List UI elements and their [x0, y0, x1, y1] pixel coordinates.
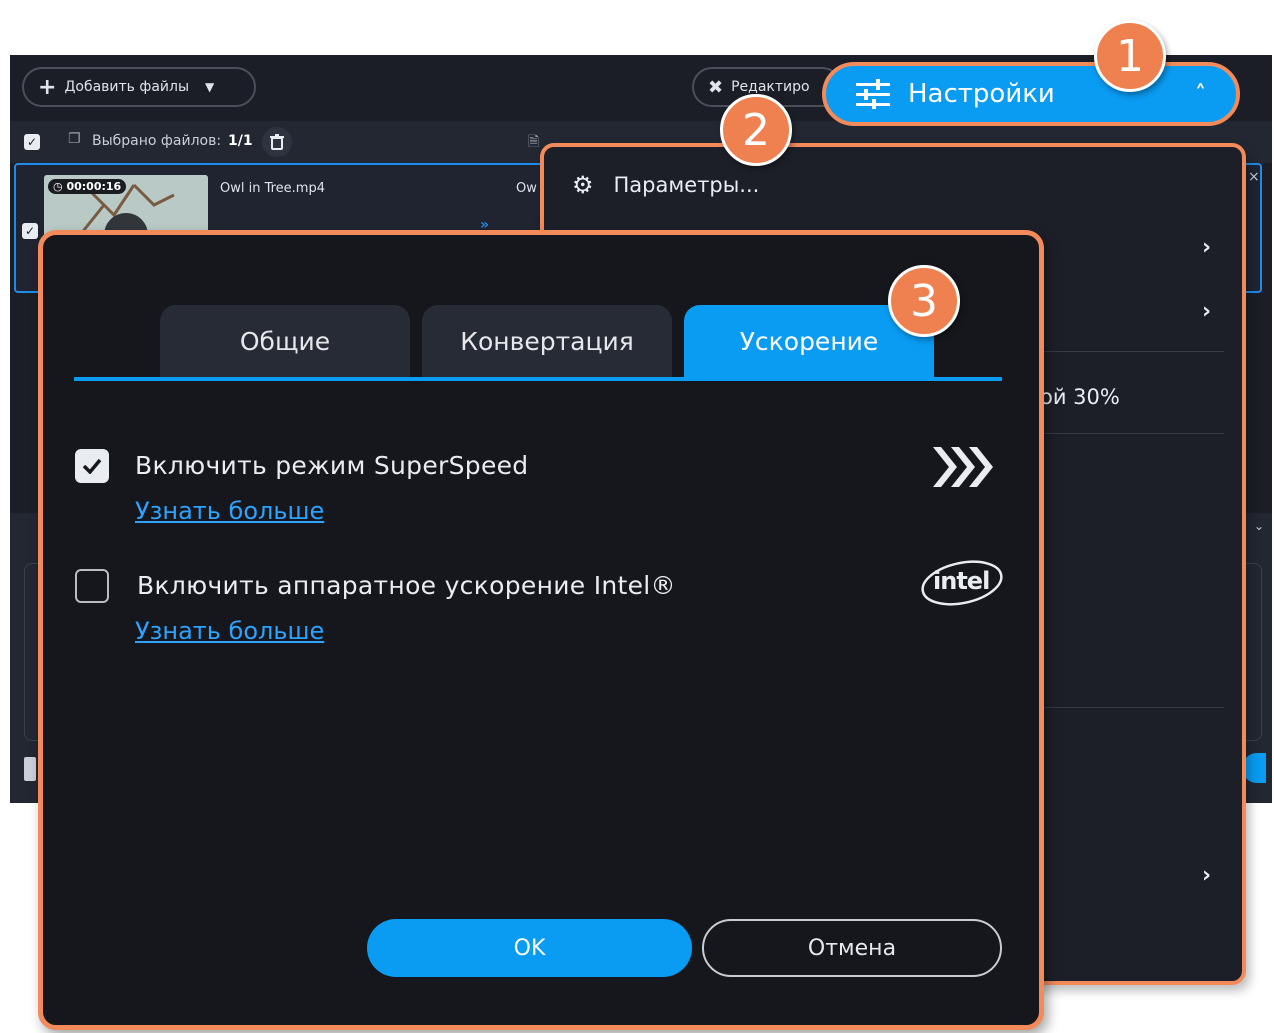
- output-file-name: Ow: [516, 181, 537, 196]
- menu-item-params-label: Параметры...: [613, 173, 760, 197]
- trash-icon[interactable]: [262, 127, 292, 157]
- tab-conversion[interactable]: Конвертация: [422, 305, 672, 377]
- settings-button[interactable]: Настройки ˄: [822, 62, 1240, 126]
- tab-acceleration-label: Ускорение: [739, 326, 879, 356]
- intel-logo-text: intel: [933, 567, 990, 595]
- superspeed-checkbox[interactable]: [75, 449, 109, 483]
- callout-badge-2: 2: [720, 94, 792, 166]
- menu-divider: [1034, 433, 1224, 434]
- file-checkbox[interactable]: ✓: [22, 223, 38, 239]
- timecode: 00:00:16: [66, 180, 122, 193]
- files-icon: ❐: [68, 131, 81, 147]
- chevron-up-icon: ˄: [1195, 81, 1206, 107]
- ok-button[interactable]: OK: [367, 919, 692, 977]
- menu-item-params[interactable]: ⚙ Параметры...: [572, 171, 759, 199]
- folder-icon[interactable]: [24, 757, 36, 781]
- tab-general-label: Общие: [239, 326, 331, 356]
- intel-acceleration-checkbox[interactable]: [75, 569, 109, 603]
- cancel-button[interactable]: Отмена: [702, 919, 1002, 977]
- plus-icon: +: [38, 74, 57, 100]
- cancel-button-label: Отмена: [807, 935, 897, 961]
- menu-item-partial[interactable]: ой 30%: [1040, 385, 1120, 409]
- chevron-down-icon[interactable]: ⌄: [1254, 519, 1264, 533]
- settings-button-label: Настройки: [908, 79, 1055, 109]
- callout-badge-1: 1: [1094, 20, 1166, 92]
- settings-sliders-icon: [856, 79, 890, 109]
- superspeed-learn-more-link[interactable]: Узнать больше: [135, 497, 324, 525]
- callout-number: 3: [910, 275, 938, 327]
- select-all-checkbox[interactable]: ✓: [24, 134, 40, 150]
- selected-files-count: 1/1: [228, 133, 253, 149]
- callout-number: 2: [742, 104, 770, 156]
- chevron-right-icon[interactable]: ›: [1202, 863, 1211, 888]
- preferences-dialog: Общие Конвертация Ускорение Включить реж…: [38, 230, 1044, 1030]
- output-file-icon: 🗎: [528, 134, 540, 150]
- tab-underline: [74, 377, 1002, 381]
- chevron-down-icon: ▼: [205, 80, 215, 94]
- intel-acceleration-label: Включить аппаратное ускорение Intel®: [137, 571, 676, 600]
- callout-badge-3: 3: [888, 265, 960, 337]
- timecode-badge: ◷ 00:00:16: [48, 179, 127, 194]
- edit-label: Редактиро: [731, 79, 810, 95]
- close-icon[interactable]: ×: [1248, 169, 1260, 185]
- callout-number: 1: [1116, 30, 1144, 82]
- chevron-right-icon[interactable]: ›: [1202, 235, 1211, 260]
- add-files-button[interactable]: + Добавить файлы ▼: [22, 67, 256, 107]
- tab-general[interactable]: Общие: [160, 305, 410, 377]
- gear-icon: ⚙: [572, 171, 594, 199]
- clock-icon: ◷: [53, 180, 63, 193]
- add-files-label: Добавить файлы: [64, 79, 190, 95]
- superspeed-icon: [933, 447, 993, 487]
- intel-learn-more-link[interactable]: Узнать больше: [135, 617, 324, 645]
- superspeed-label: Включить режим SuperSpeed: [135, 451, 529, 480]
- tools-icon: ✖: [708, 76, 724, 98]
- intel-logo: intel: [919, 557, 1005, 609]
- menu-divider: [1034, 707, 1224, 708]
- tab-conversion-label: Конвертация: [460, 326, 634, 356]
- chevron-right-icon[interactable]: ›: [1202, 299, 1211, 324]
- ok-button-label: OK: [513, 935, 546, 961]
- menu-divider: [1034, 351, 1224, 352]
- file-name: Owl in Tree.mp4: [220, 181, 325, 196]
- selected-files-label: Выбрано файлов:: [92, 133, 222, 149]
